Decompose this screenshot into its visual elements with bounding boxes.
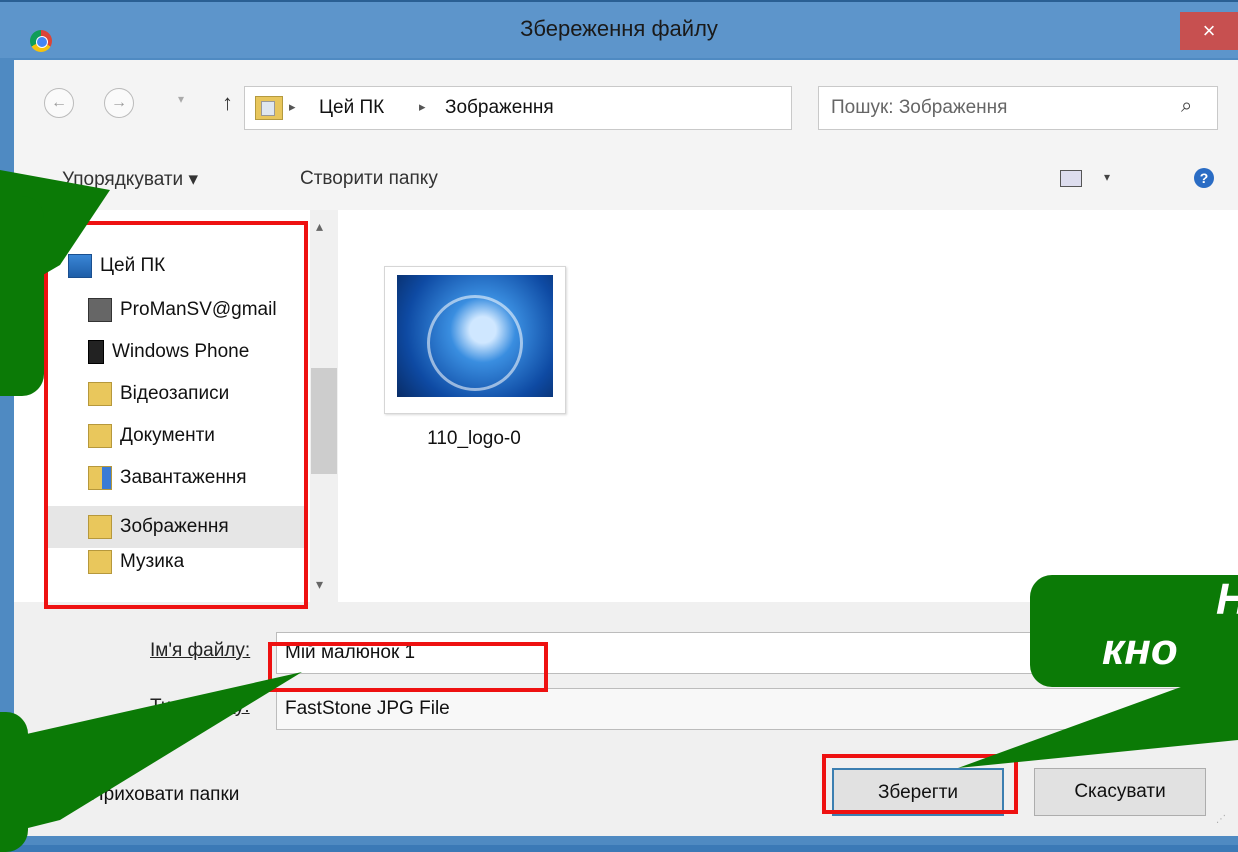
callout-pointer-filename: [0, 672, 302, 835]
callout-left-top: [0, 196, 44, 396]
callout-pointers: [0, 170, 1238, 835]
callout-text-line1: Н: [1216, 575, 1238, 625]
callout-right: Н кно: [1030, 575, 1238, 687]
callout-text-line2: кно: [1102, 625, 1178, 674]
callout-left-bottom: [0, 712, 28, 852]
callout-pointer-save: [958, 680, 1238, 768]
